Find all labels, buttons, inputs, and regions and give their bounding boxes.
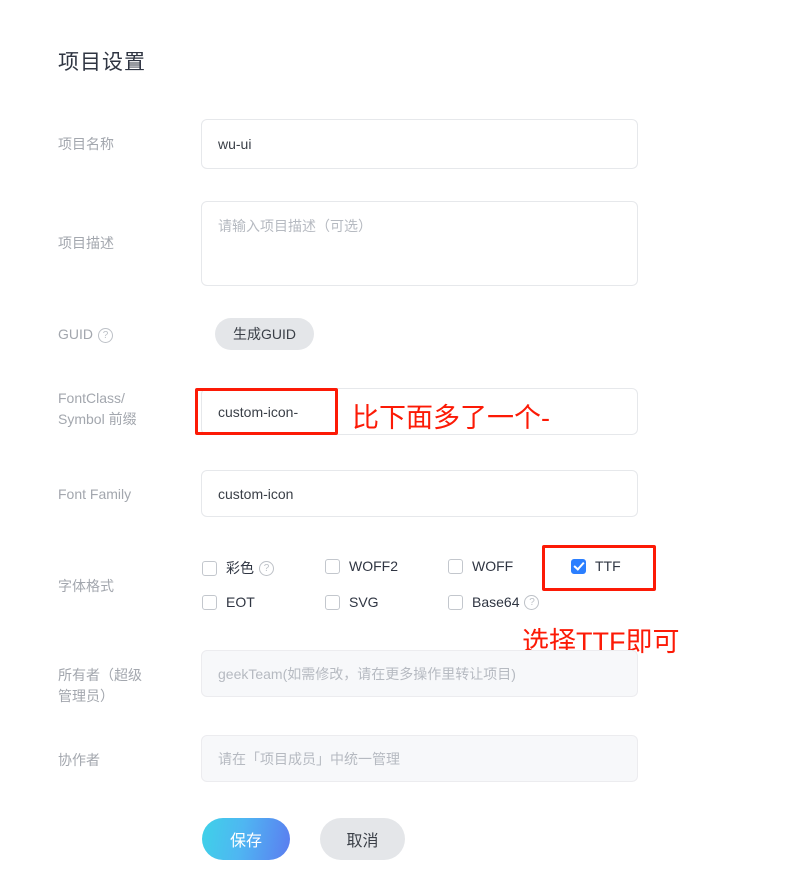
fontclass-prefix-value: custom-icon- — [218, 403, 299, 420]
checkbox-svg[interactable]: SVG — [325, 594, 379, 610]
owner-placeholder: geekTeam(如需修改，请在更多操作里转让项目) — [218, 665, 516, 682]
checkbox-woff[interactable]: WOFF — [448, 558, 513, 574]
checkbox-box-color[interactable] — [202, 560, 217, 576]
font-family-value: custom-icon — [218, 485, 294, 502]
label-fontclass-prefix-line1: FontClass/ — [58, 390, 125, 406]
label-fontclass-prefix: FontClass/ Symbol 前缀 — [58, 388, 198, 430]
checkbox-label-eot: EOT — [226, 594, 255, 610]
project-settings-page: 项目设置 项目名称 wu-ui 项目描述 请输入项目描述（可选） GUID? 生… — [0, 0, 794, 876]
label-fontclass-prefix-line2: Symbol 前缀 — [58, 411, 137, 427]
checkbox-label-woff2: WOFF2 — [349, 558, 398, 574]
checkbox-eot[interactable]: EOT — [202, 594, 255, 610]
page-title: 项目设置 — [58, 51, 146, 74]
project-desc-placeholder: 请输入项目描述（可选） — [218, 218, 372, 234]
label-owner-line1: 所有者（超级 — [58, 667, 142, 683]
checkbox-woff2[interactable]: WOFF2 — [325, 558, 398, 574]
checkbox-label-ttf: TTF — [595, 558, 621, 574]
project-desc-textarea[interactable]: 请输入项目描述（可选） — [201, 201, 638, 286]
collaborator-placeholder: 请在「项目成员」中统一管理 — [218, 750, 400, 767]
checkbox-label-woff: WOFF — [472, 558, 514, 574]
generate-guid-button[interactable]: 生成GUID — [215, 318, 314, 350]
checkbox-ttf[interactable]: TTF — [571, 558, 621, 574]
checkbox-label-svg: SVG — [349, 594, 379, 610]
owner-input: geekTeam(如需修改，请在更多操作里转让项目) — [201, 650, 638, 697]
label-guid-text: GUID — [58, 326, 93, 342]
annotation-prefix-note: 比下面多了一个- — [352, 403, 550, 433]
save-button[interactable]: 保存 — [202, 818, 290, 860]
cancel-button[interactable]: 取消 — [320, 818, 405, 860]
checkbox-box-woff[interactable] — [448, 558, 463, 574]
label-guid: GUID? — [58, 324, 198, 345]
question-mark-icon[interactable]: ? — [98, 328, 113, 343]
question-mark-icon[interactable]: ? — [524, 594, 540, 610]
checkbox-label-color: 彩色 — [226, 560, 254, 576]
checkbox-box-base64[interactable] — [448, 594, 463, 610]
label-font-format: 字体格式 — [58, 578, 114, 594]
checkbox-color[interactable]: 彩色 ? — [202, 558, 274, 578]
label-font-family: Font Family — [58, 486, 132, 502]
label-collaborator: 协作者 — [58, 752, 100, 768]
collaborator-input: 请在「项目成员」中统一管理 — [201, 735, 638, 782]
label-project-name: 项目名称 — [58, 136, 114, 152]
label-owner-line2: 管理员） — [58, 688, 114, 704]
checkbox-box-ttf[interactable] — [571, 558, 586, 574]
checkbox-box-woff2[interactable] — [325, 558, 340, 574]
label-project-desc: 项目描述 — [58, 235, 114, 251]
checkbox-label-base64: Base64 — [472, 594, 520, 610]
checkbox-box-svg[interactable] — [325, 594, 340, 610]
question-mark-icon[interactable]: ? — [259, 560, 274, 576]
checkbox-box-eot[interactable] — [202, 594, 217, 610]
project-name-value: wu-ui — [218, 136, 252, 152]
font-family-input[interactable]: custom-icon — [201, 470, 638, 517]
project-name-input[interactable]: wu-ui — [201, 119, 638, 169]
checkbox-base64[interactable]: Base64 ? — [448, 594, 540, 610]
label-owner: 所有者（超级 管理员） — [58, 665, 198, 707]
